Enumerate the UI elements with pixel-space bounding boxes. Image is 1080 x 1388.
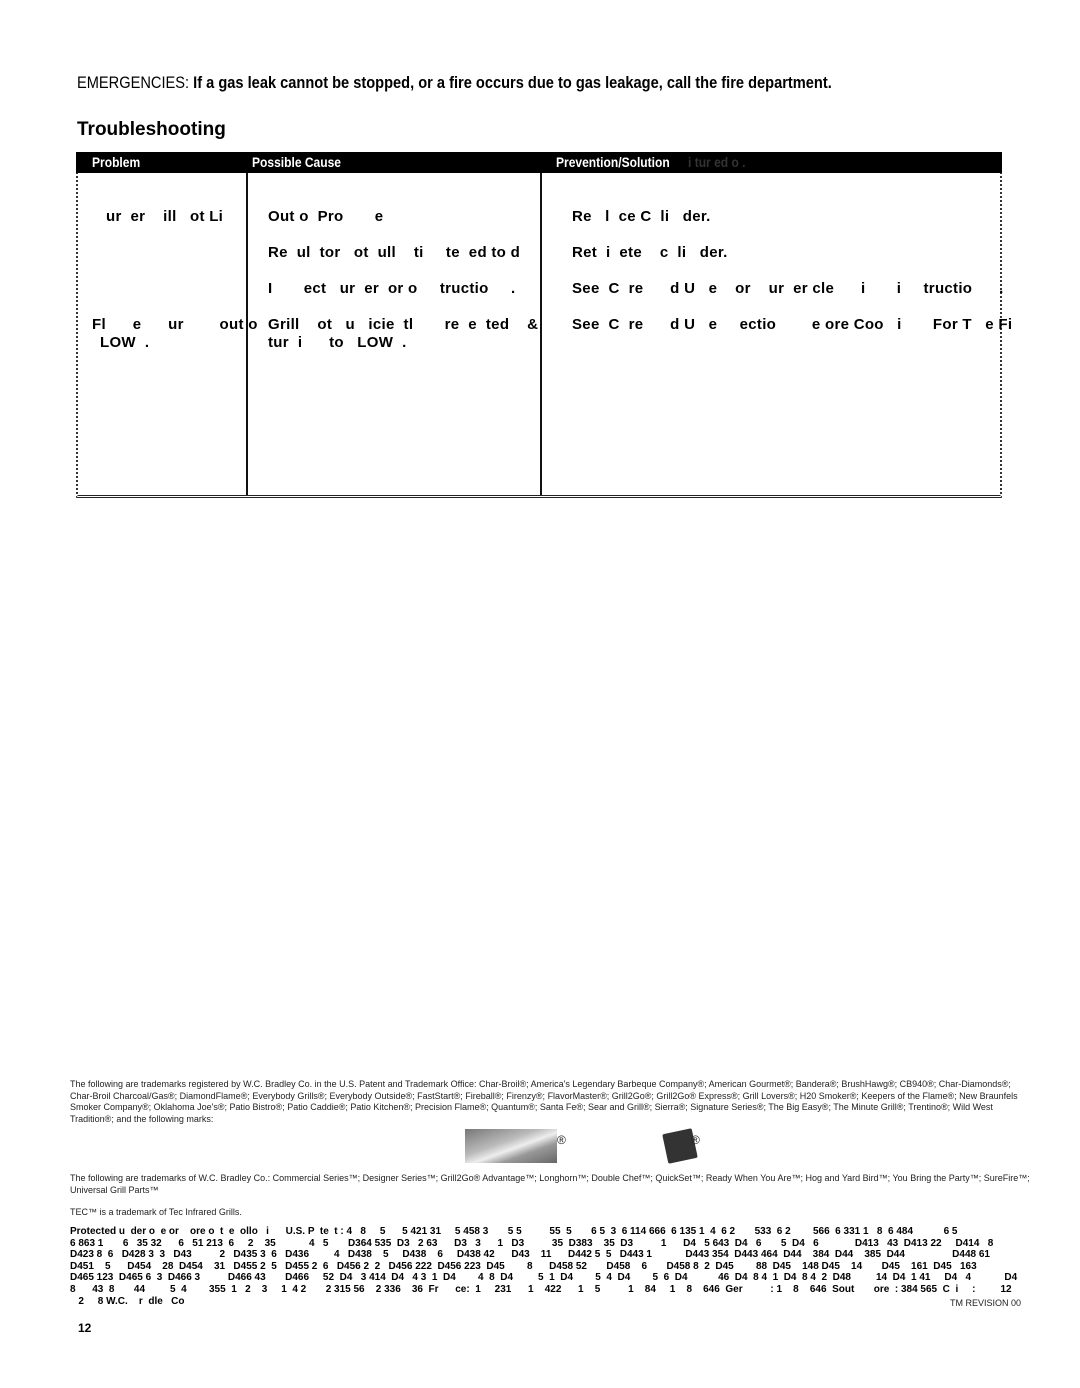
cell-cause: I ect ur er or o tructio . xyxy=(268,280,516,297)
cell-solution: See C re d U e ectio e ore Coo i For T e… xyxy=(572,316,1013,333)
cell-solution: Ret i ete c li der. xyxy=(572,244,728,261)
patent-line: 6 863 1 6 35 32 6 51 213 6 2 35 4 5 D364… xyxy=(70,1237,994,1249)
grill-lid-mark-image xyxy=(465,1129,557,1163)
registered-trademarks-text: The following are trademarks registered … xyxy=(70,1079,1018,1124)
troubleshooting-table: Problem Possible Cause Prevention/Soluti… xyxy=(76,152,1012,498)
emergency-message: If a gas leak cannot be stopped, or a fi… xyxy=(193,73,832,92)
header-prevention-solution: Prevention/Solution xyxy=(556,154,670,170)
cell-solution: Re l ce C li der. xyxy=(572,208,711,225)
emergency-label: EMERGENCIES: xyxy=(77,73,194,92)
cell-solution: See C re d U e or ur er cle i i tructio … xyxy=(572,280,1004,297)
registered-symbol: ® xyxy=(557,1133,566,1147)
column-divider xyxy=(540,173,542,495)
section-title: Troubleshooting xyxy=(77,119,226,140)
cell-cause: Grill ot u icie tl re e ted & xyxy=(268,316,539,333)
unregistered-trademarks-text: The following are trademarks of W.C. Bra… xyxy=(70,1173,1030,1195)
patent-line: D423 8 6 D428 3 3 D43 2 D435 3 6 D436 4 … xyxy=(70,1249,990,1261)
cell-problem: ur er ill ot Li xyxy=(106,208,224,225)
cell-problem: Fl e ur out o xyxy=(92,316,258,333)
patent-line: D451 5 D454 28 D454 31 D455 2 5 D455 2 6… xyxy=(70,1260,977,1272)
revision-label: TM REVISION 00 xyxy=(950,1298,1022,1308)
patent-line: 2 8 W.C. r dle Co xyxy=(70,1295,185,1307)
cell-cause-line2: tur i to LOW . xyxy=(268,334,407,351)
page-number: 12 xyxy=(78,1321,92,1335)
patent-line: Protected u der o e or ore o t e ollo i … xyxy=(70,1226,958,1237)
tec-trademark-text: TEC™ is a trademark of Tec Infrared Gril… xyxy=(70,1207,242,1217)
cell-problem-line2: LOW . xyxy=(100,334,150,351)
trademark-marks: ® ® xyxy=(465,1127,715,1165)
patent-line: 8 43 8 44 5 4 355 1 2 3 1 4 2 2 315 56 2… xyxy=(70,1283,1012,1295)
emergency-notice: EMERGENCIES: If a gas leak cannot be sto… xyxy=(77,73,832,93)
patent-line: D465 123 D465 6 3 D466 3 D466 43 D466 52… xyxy=(70,1272,1018,1284)
header-possible-cause: Possible Cause xyxy=(252,154,342,170)
header-ghost-text: i tur ed o . xyxy=(688,154,746,170)
table-header: Problem Possible Cause Prevention/Soluti… xyxy=(76,152,1002,173)
cell-cause: Out o Pro e xyxy=(268,208,384,225)
column-divider xyxy=(246,173,248,495)
cell-cause: Re ul tor ot ull ti te ed to d xyxy=(268,244,521,261)
registered-symbol: ® xyxy=(691,1133,700,1147)
patent-notice: Protected u der o e or ore o t e ollo i … xyxy=(70,1226,1080,1307)
header-problem: Problem xyxy=(92,154,141,170)
